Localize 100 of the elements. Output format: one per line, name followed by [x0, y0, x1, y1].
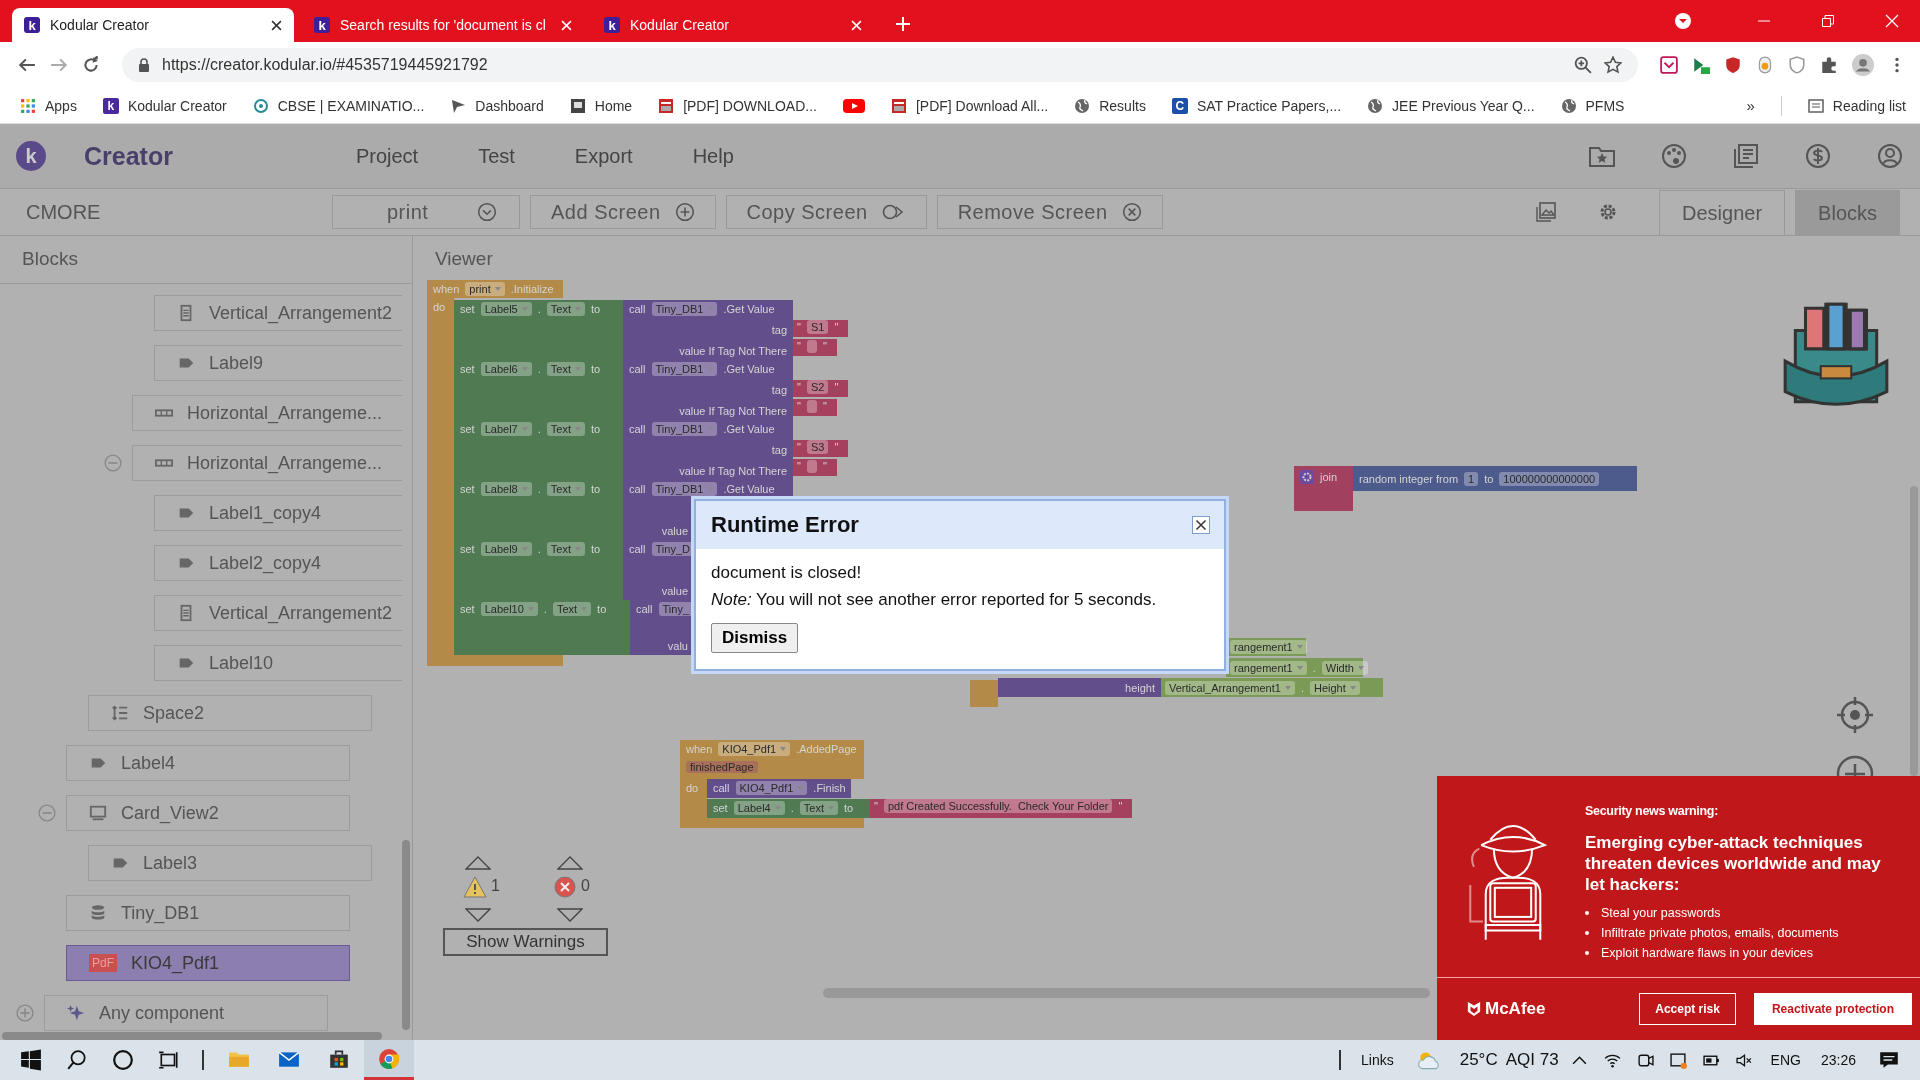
bookmark[interactable]: JEE Previous Year Q... — [1367, 97, 1535, 114]
property-block[interactable]: Vertical_Arrangement1 . Height — [1161, 678, 1383, 697]
avatar-icon[interactable] — [1852, 54, 1874, 76]
block-field[interactable]: KIO4_Pdf1 — [718, 742, 791, 756]
search-icon[interactable] — [66, 1049, 88, 1071]
camera-icon[interactable] — [1636, 1051, 1654, 1069]
screen-app-icon[interactable] — [1669, 1051, 1687, 1069]
block-field[interactable]: print — [465, 282, 505, 296]
empty-text-field[interactable] — [806, 339, 817, 353]
bookmark[interactable]: k Kodular Creator — [102, 97, 227, 114]
puzzle-icon[interactable] — [1820, 56, 1838, 74]
component-item[interactable]: Label4 — [66, 745, 350, 781]
screen-dropdown[interactable]: print — [332, 195, 520, 229]
block-field[interactable]: Tiny_DB1 — [651, 302, 718, 316]
component-item[interactable]: Label9 — [154, 345, 402, 381]
down-arrow-icon[interactable] — [465, 908, 491, 922]
extension-icon[interactable] — [1692, 56, 1710, 74]
more-bookmarks[interactable]: » — [1746, 97, 1755, 114]
setter-block[interactable]: set Label9 . Text to — [454, 540, 623, 600]
setter-block[interactable]: set Label7 . Text to — [454, 420, 623, 480]
scrollbar[interactable] — [823, 988, 1430, 998]
block-field[interactable]: 1 — [1464, 471, 1479, 486]
empty-text-field[interactable] — [806, 459, 817, 473]
down-arrow-icon[interactable] — [557, 908, 583, 922]
math-block[interactable]: random integer from 1 to 100000000000000 — [1353, 466, 1637, 491]
component-item[interactable]: Vertical_Arrangement2 — [154, 595, 402, 631]
block-field[interactable]: Text — [546, 362, 585, 376]
popup-button[interactable]: Accept risk — [1639, 993, 1736, 1025]
block-field[interactable]: Text — [546, 302, 585, 316]
block-field[interactable]: Tiny_ — [658, 602, 693, 616]
new-tab-icon[interactable] — [896, 17, 910, 31]
method-call-block[interactable]: value — [623, 498, 694, 540]
scrollbar[interactable] — [402, 840, 410, 1030]
block-field[interactable]: Text — [552, 602, 592, 616]
component-item[interactable]: Vertical_Arrangement2 — [154, 295, 402, 331]
empty-text-field[interactable] — [806, 399, 817, 413]
close-icon[interactable] — [1192, 516, 1210, 534]
image-icon[interactable] — [1535, 201, 1558, 223]
shield-extension-icon[interactable] — [1724, 56, 1742, 74]
component-item[interactable]: Horizontal_Arrangeme... — [132, 445, 402, 481]
bookmark[interactable]: CBSE | EXAMINATIO... — [252, 97, 425, 114]
scrollbar[interactable] — [1910, 486, 1918, 776]
start-icon[interactable] — [20, 1049, 42, 1071]
menu-item[interactable]: Export — [574, 144, 633, 168]
back-icon[interactable] — [18, 56, 36, 74]
block-field[interactable]: Label5 — [480, 302, 532, 316]
component-item[interactable]: PdF KIO4_Pdf1 — [66, 945, 350, 981]
menu-item[interactable]: Help — [692, 144, 734, 168]
component-item[interactable]: Label10 — [154, 645, 402, 681]
block-field[interactable]: KIO4_Pdf1 — [735, 781, 808, 795]
app-logo[interactable]: k — [16, 141, 46, 171]
extension-icon[interactable] — [1756, 56, 1774, 74]
bookmark[interactable]: Home — [569, 97, 633, 114]
method-call-block[interactable]: call Tiny_ valu — [630, 600, 694, 655]
links-toolbar[interactable]: Links — [1361, 1052, 1394, 1068]
bookmark[interactable]: C SAT Practice Papers,... — [1171, 97, 1342, 114]
scrollbar[interactable] — [2, 1032, 382, 1040]
property-block[interactable]: rangement1 — [1226, 638, 1306, 656]
bookmark[interactable]: [PDF] Download All... — [890, 97, 1049, 114]
show-warnings-button[interactable]: Show Warnings — [443, 928, 608, 956]
method-call-block[interactable]: call KIO4_Pdf1 .Finish — [707, 779, 851, 798]
block-field[interactable]: rangement1 — [1230, 640, 1307, 654]
dismiss-button[interactable]: Dismiss — [711, 623, 799, 653]
profile-menu-icon[interactable] — [1674, 12, 1692, 30]
block-field[interactable]: S3 — [806, 440, 829, 454]
popup-button[interactable]: Reactivate protection — [1753, 993, 1912, 1025]
setter-block[interactable]: set Label5 . Text to — [454, 300, 623, 360]
text-block[interactable]: " " — [793, 399, 837, 416]
block-field[interactable]: rangement1 — [1230, 660, 1307, 675]
bookmark[interactable]: [PDF] DOWNLOAD... — [658, 97, 817, 114]
block-field[interactable]: Label10 — [480, 602, 538, 616]
block-field[interactable]: Tiny_DB1 — [651, 362, 718, 376]
setter-block[interactable]: set Label6 . Text to — [454, 360, 623, 420]
component-item[interactable]: Tiny_DB1 — [66, 895, 350, 931]
browser-tab[interactable]: k Kodular Creator — [12, 8, 294, 42]
library-icon[interactable] — [1732, 142, 1760, 170]
block-field[interactable]: Height — [1309, 680, 1360, 695]
component-item[interactable]: Card_View2 — [66, 795, 350, 831]
browser-tab[interactable]: k Kodular Creator — [592, 8, 874, 42]
block-field[interactable]: Tiny_DB1 — [651, 482, 718, 496]
toolbar-button[interactable]: Remove Screen — [936, 195, 1163, 229]
event-block[interactable]: when KIO4_Pdf1 .AddedPage finishedPage — [680, 740, 864, 779]
zoom-icon[interactable] — [1574, 56, 1592, 74]
parameter-field[interactable]: finishedPage — [686, 761, 758, 773]
setter-block[interactable]: set Label8 . Text to — [454, 480, 623, 540]
menu-item[interactable]: Test — [478, 144, 515, 168]
component-item[interactable]: Any component — [44, 995, 328, 1031]
gear-icon[interactable] — [1300, 470, 1314, 484]
component-item[interactable]: Space2 — [88, 695, 372, 731]
block-field[interactable]: Label4 — [733, 801, 785, 815]
text-block[interactable]: " S2 " — [793, 380, 848, 397]
text-block[interactable]: " S1 " — [793, 320, 848, 337]
component-item[interactable]: Horizontal_Arrangeme... — [132, 395, 402, 431]
browser-tab[interactable]: k Search results for 'document is cl — [302, 8, 584, 42]
palette-icon[interactable] — [1660, 142, 1688, 170]
volume-muted-icon[interactable] — [1735, 1051, 1753, 1069]
dollar-icon[interactable] — [1804, 142, 1832, 170]
method-call-block[interactable]: height — [998, 678, 1161, 697]
bookmark[interactable]: Results — [1074, 97, 1146, 114]
block-field[interactable]: pdf Created Successfully. Check Your Folder — [883, 799, 1113, 813]
